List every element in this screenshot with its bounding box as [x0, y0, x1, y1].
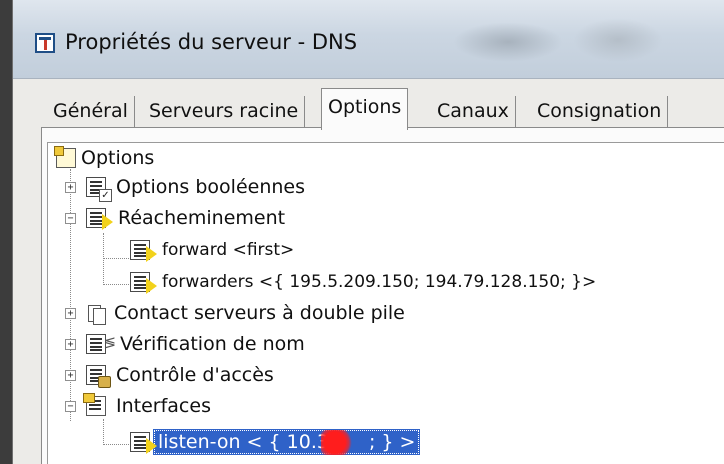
tree-item-dual-stack[interactable]: Contact serveurs à double pile	[86, 300, 405, 326]
tree-connector	[103, 419, 105, 445]
tab-options[interactable]: Options	[321, 88, 409, 130]
tab-general[interactable]: Général	[47, 96, 135, 128]
collapse-toggle[interactable]: −	[65, 401, 76, 412]
collapse-toggle[interactable]: −	[65, 213, 76, 224]
listen-on-icon	[130, 432, 157, 454]
dual-stack-icon	[86, 303, 106, 325]
tree-item-label: Contrôle d'accès	[116, 364, 274, 386]
dns-properties-window: Propriétés du serveur - DNS Général Serv…	[12, 0, 724, 464]
listen-on-label: listen-on < { 10.3.	[158, 431, 335, 453]
titlebar-blur-decoration	[573, 18, 663, 62]
window-title: Propriétés du serveur - DNS	[65, 30, 358, 54]
dns-app-icon	[35, 33, 55, 53]
tree-root-label: Options	[81, 147, 155, 169]
tree-item-forward[interactable]: forward <first>	[130, 237, 294, 263]
tree-item-forwarding[interactable]: Réacheminement	[86, 205, 285, 231]
listen-on-label-suffix: ; } >	[368, 431, 416, 453]
tree-item-label: Vérification de nom	[120, 333, 305, 355]
tree-item-label: Options booléennes	[116, 176, 305, 198]
forward-icon	[130, 240, 157, 262]
interfaces-icon	[83, 393, 106, 416]
selected-item-label: listen-on < { 10.3. ; } >	[152, 429, 421, 455]
tree-item-boolean-options[interactable]: Options booléennes	[86, 174, 305, 202]
background-left-edge	[0, 0, 12, 464]
options-tree[interactable]: Options + Options booléennes − Réachemin…	[47, 142, 724, 464]
forwarding-icon	[86, 208, 113, 230]
tree-connector	[103, 258, 129, 260]
expand-toggle[interactable]: +	[65, 308, 76, 319]
tree-connector	[70, 169, 72, 421]
tree-item-forwarders[interactable]: forwarders <{ 195.5.209.150; 194.79.128.…	[130, 269, 596, 295]
options-list-icon	[54, 146, 76, 168]
tab-root-servers[interactable]: Serveurs racine	[143, 96, 306, 128]
expand-toggle[interactable]: +	[65, 182, 76, 193]
name-check-icon	[86, 334, 116, 354]
access-control-icon	[86, 365, 111, 388]
tree-connector	[103, 444, 129, 446]
title-bar[interactable]: Propriétés du serveur - DNS	[13, 0, 724, 79]
tree-root-options[interactable]: Options	[54, 145, 155, 171]
tree-item-access-control[interactable]: Contrôle d'accès	[86, 362, 274, 388]
tab-channels[interactable]: Canaux	[431, 96, 516, 128]
tree-connector	[103, 284, 129, 286]
tree-item-name-check[interactable]: Vérification de nom	[86, 331, 305, 357]
titlebar-blur-decoration	[453, 22, 563, 62]
tree-item-listen-on[interactable]: listen-on < { 10.3. ; } >	[130, 429, 421, 455]
redaction-mark	[321, 430, 355, 455]
tree-item-label: Contact serveurs à double pile	[114, 302, 405, 324]
tab-logging[interactable]: Consignation	[531, 96, 669, 128]
expand-toggle[interactable]: +	[65, 339, 76, 350]
tree-item-label: forward <first>	[162, 240, 295, 260]
tree-item-label: Interfaces	[116, 395, 211, 417]
tree-item-interfaces[interactable]: Interfaces	[83, 393, 211, 419]
boolean-options-icon	[86, 177, 112, 202]
tab-strip: Général Serveurs racine Options Canaux C…	[47, 88, 724, 130]
tree-item-label: forwarders <{ 195.5.209.150; 194.79.128.…	[162, 272, 597, 292]
tree-item-label: Réacheminement	[118, 207, 286, 229]
forwarders-icon	[130, 272, 157, 294]
expand-toggle[interactable]: +	[65, 370, 76, 381]
